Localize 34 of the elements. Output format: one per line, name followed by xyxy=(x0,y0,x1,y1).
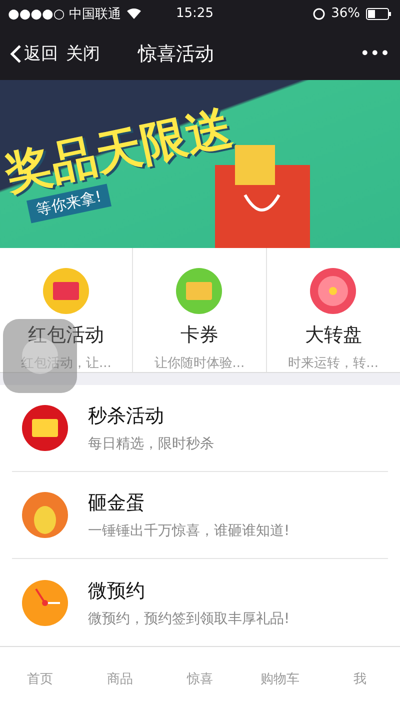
carrier-text: ●●●●○ 中国联通 xyxy=(8,6,121,22)
back-button[interactable]: 返回 xyxy=(10,42,58,65)
wifi-icon xyxy=(126,8,141,19)
activity-row[interactable]: 秒杀活动 每日精选，限时秒杀 xyxy=(12,385,388,472)
row-title: 砸金蛋 xyxy=(88,491,146,516)
promo-banner[interactable]: 奖品天限送 等你来拿! xyxy=(0,80,400,248)
tile-title: 卡券 xyxy=(180,322,218,348)
activity-tile[interactable]: 卡券 让你随时体验... xyxy=(133,248,267,372)
battery-percent: 36% xyxy=(331,6,360,21)
row-subtitle: 微预约，预约签到领取丰厚礼品! xyxy=(88,610,290,628)
tile-title: 红包活动 xyxy=(28,322,104,348)
envelope-icon xyxy=(43,268,90,314)
page-title: 惊喜活动 xyxy=(138,42,214,66)
activity-row[interactable]: 砸金蛋 一锤锤出千万惊喜，谁砸谁知道! xyxy=(12,472,388,560)
clock-icon xyxy=(22,580,68,626)
clock-text: 15:25 xyxy=(176,6,214,21)
coupon-icon xyxy=(176,268,222,314)
more-button[interactable]: ••• xyxy=(360,44,390,64)
tile-subtitle: 时来运转，转... xyxy=(288,354,379,372)
rotation-lock-icon xyxy=(313,8,326,20)
activity-row[interactable]: 微预约 微预约，预约签到领取丰厚礼品! xyxy=(12,559,388,646)
battery-icon xyxy=(366,8,392,20)
sale-icon xyxy=(22,405,68,452)
chevron-left-icon xyxy=(10,44,22,64)
close-button[interactable]: 关闭 xyxy=(66,42,100,65)
tile-subtitle: 让你随时体验... xyxy=(154,354,245,372)
wheel-icon xyxy=(310,268,356,314)
row-title: 秒杀活动 xyxy=(88,404,165,430)
egg-icon xyxy=(22,492,68,538)
row-title: 微预约 xyxy=(88,578,146,604)
tile-title: 大转盘 xyxy=(304,322,362,348)
row-subtitle: 每日精选，限时秒杀 xyxy=(88,435,214,454)
activity-tile[interactable]: 大转盘 时来运转，转... xyxy=(266,248,400,372)
row-subtitle: 一锤锤出千万惊喜，谁砸谁知道! xyxy=(88,522,290,540)
